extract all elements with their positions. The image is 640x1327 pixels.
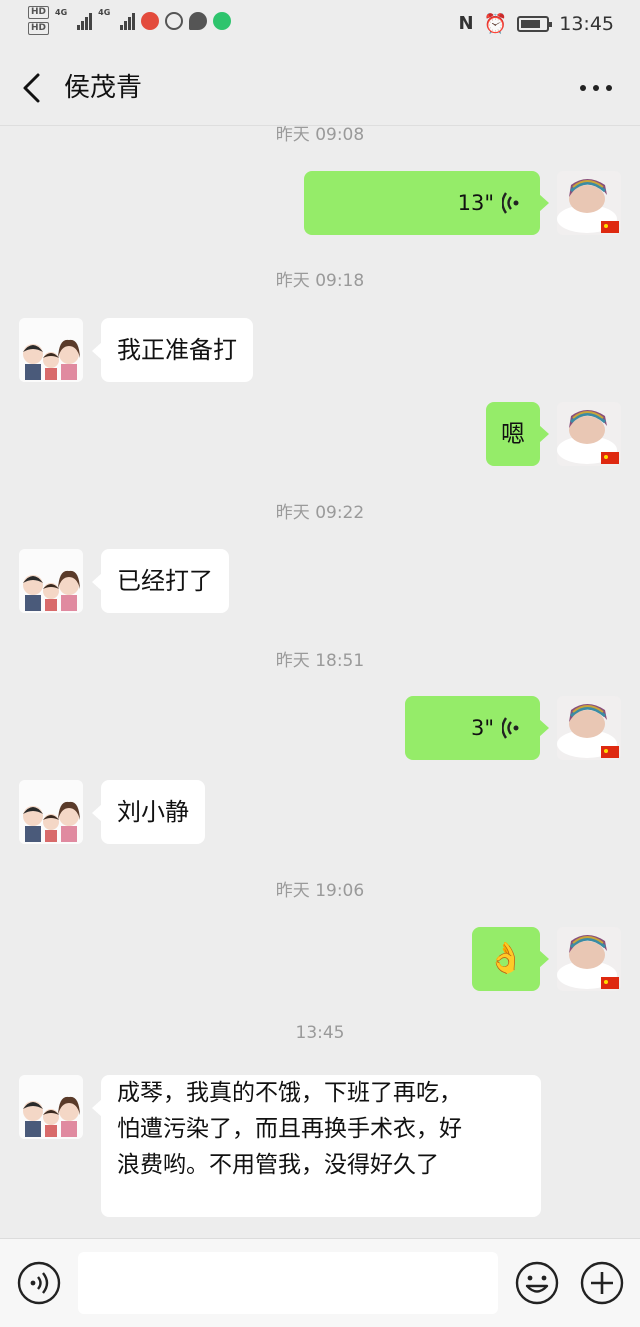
timestamp: 昨天 09:08 xyxy=(275,126,365,145)
network-type-1: 4G xyxy=(55,8,68,17)
self-avatar[interactable] xyxy=(557,171,621,235)
status-bar: HD HD 4G 4G N ⏰ 13:45 xyxy=(0,0,640,50)
alarm-icon: ⏰ xyxy=(483,13,508,35)
signal-icon-1 xyxy=(77,12,93,30)
plus-icon xyxy=(580,1261,624,1305)
nfc-icon: N xyxy=(458,13,474,34)
status-time: 13:45 xyxy=(559,12,614,35)
message-text: 刘小静 xyxy=(117,798,189,826)
battery-fill xyxy=(521,19,541,28)
message-bubble[interactable]: 我正准备打 xyxy=(92,318,253,382)
signal-icon-2 xyxy=(120,12,136,30)
more-button[interactable] xyxy=(580,78,612,98)
status-left: HD HD 4G 4G xyxy=(28,6,232,35)
baby-avatar-image xyxy=(557,402,621,466)
ok-hand-emoji: 👌 xyxy=(487,941,525,976)
voice-wave-icon xyxy=(502,192,519,214)
message-input[interactable] xyxy=(78,1252,498,1314)
weibo-icon xyxy=(141,11,160,30)
timestamp: 13:45 xyxy=(295,1023,345,1043)
message-text: 已经打了 xyxy=(117,567,213,595)
status-right: N ⏰ 13:45 xyxy=(458,12,614,36)
emoji-button[interactable] xyxy=(515,1261,559,1305)
self-avatar[interactable] xyxy=(557,402,621,466)
voice-message-bubble[interactable]: 3" xyxy=(405,696,549,760)
chat-bubble-icon xyxy=(189,11,208,30)
more-dots-icon xyxy=(580,85,586,91)
family-avatar-image xyxy=(19,549,83,613)
chevron-left-icon xyxy=(23,73,40,103)
contact-avatar[interactable] xyxy=(19,780,83,844)
timestamp: 昨天 19:06 xyxy=(275,881,365,901)
message-text-line: 浪费哟。不用管我，没得好久了 xyxy=(117,1152,439,1178)
baby-avatar-image xyxy=(557,927,621,991)
message-text: 我正准备打 xyxy=(117,336,237,364)
self-avatar[interactable] xyxy=(557,927,621,991)
plus-button[interactable] xyxy=(580,1261,624,1305)
voice-message-bubble[interactable]: 13" xyxy=(304,171,549,235)
emoji-icon xyxy=(515,1261,559,1305)
emoji-message-bubble[interactable]: 👌 xyxy=(472,927,549,991)
message-bubble[interactable]: 刘小静 xyxy=(92,780,205,844)
family-avatar-image xyxy=(19,1075,83,1139)
voice-mode-button[interactable] xyxy=(17,1261,61,1305)
voice-wave-icon xyxy=(502,717,519,739)
message-text-line: 怕遭污染了，而且再换手术衣，好 xyxy=(117,1116,462,1142)
more-dot xyxy=(593,85,599,91)
more-dot xyxy=(606,85,612,91)
voice-mode-icon xyxy=(17,1261,61,1305)
timestamp: 昨天 09:18 xyxy=(275,271,365,291)
voice-duration: 3" xyxy=(470,716,494,740)
video-play-icon xyxy=(213,11,232,30)
contact-avatar[interactable] xyxy=(19,549,83,613)
input-bar xyxy=(0,1238,640,1327)
voice-duration: 13" xyxy=(457,191,494,215)
family-avatar-image xyxy=(19,318,83,382)
message-bubble[interactable]: 嗯 xyxy=(486,402,549,466)
chat-title: 侯茂青 xyxy=(64,73,143,103)
message-text-line: 成琴，我真的不饿，下班了再吃， xyxy=(117,1080,462,1106)
back-button[interactable] xyxy=(18,70,48,106)
hd-badge-2: HD xyxy=(28,22,50,35)
message-text: 嗯 xyxy=(501,420,525,448)
network-type-2: 4G xyxy=(98,8,111,17)
hd-badge-1: HD xyxy=(28,6,50,19)
nav-bar: 侯茂青 xyxy=(0,50,640,126)
baby-avatar-image xyxy=(557,696,621,760)
browser-icon xyxy=(165,11,184,30)
message-bubble[interactable]: 成琴，我真的不饿，下班了再吃， 怕遭污染了，而且再换手术衣，好 浪费哟。不用管我… xyxy=(92,1075,541,1217)
message-list[interactable]: 昨天 09:08 13" 昨天 09:18 我正准备打 嗯 昨天 09:22 已… xyxy=(0,126,640,1238)
contact-avatar[interactable] xyxy=(19,1075,83,1139)
family-avatar-image xyxy=(19,780,83,844)
timestamp: 昨天 09:22 xyxy=(275,503,365,523)
message-bubble[interactable]: 已经打了 xyxy=(92,549,229,613)
timestamp: 昨天 18:51 xyxy=(275,651,365,671)
baby-avatar-image xyxy=(557,171,621,235)
battery-icon xyxy=(517,15,553,32)
contact-avatar[interactable] xyxy=(19,318,83,382)
self-avatar[interactable] xyxy=(557,696,621,760)
